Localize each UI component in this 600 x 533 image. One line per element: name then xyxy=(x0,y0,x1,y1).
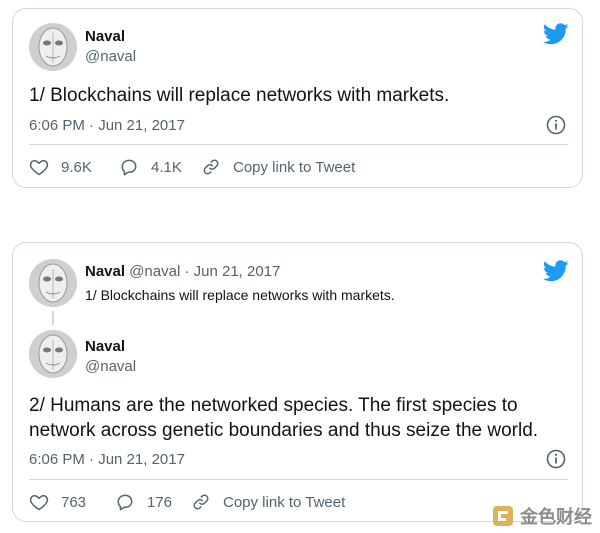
quoted-author-name[interactable]: Naval xyxy=(85,263,125,280)
reply-icon xyxy=(121,159,137,176)
copy-link-label: Copy link to Tweet xyxy=(233,158,356,176)
author-name[interactable]: Naval xyxy=(85,28,125,45)
author-name[interactable]: Naval xyxy=(85,338,125,355)
link-icon xyxy=(203,159,219,175)
avatar-image xyxy=(29,23,77,71)
like-action[interactable]: 9.6K xyxy=(29,157,92,177)
like-action[interactable]: 763 xyxy=(29,492,86,512)
copy-link-action[interactable]: Copy link to Tweet xyxy=(191,492,345,512)
twitter-bird-icon[interactable] xyxy=(543,23,569,45)
link-icon xyxy=(193,494,209,510)
tweet-card-1[interactable]: Naval @naval 1/ Blockchains will replace… xyxy=(12,8,583,188)
avatar[interactable] xyxy=(29,330,77,378)
tweet-timestamp[interactable]: 6:06 PM · Jun 21, 2017 xyxy=(29,451,185,468)
reply-icon xyxy=(117,494,133,511)
divider xyxy=(29,479,568,480)
quoted-tweet-text: 1/ Blockchains will replace networks wit… xyxy=(85,287,395,303)
info-icon[interactable] xyxy=(546,115,566,135)
reply-action[interactable]: 176 xyxy=(115,492,172,512)
author-handle[interactable]: @naval xyxy=(85,48,136,65)
watermark-logo-icon xyxy=(493,506,513,526)
like-count: 9.6K xyxy=(61,158,92,176)
twitter-bird-icon[interactable] xyxy=(543,260,569,282)
author-handle[interactable]: @naval xyxy=(85,358,136,375)
avatar[interactable] xyxy=(29,23,77,71)
quoted-author-handle[interactable]: @naval xyxy=(129,263,180,280)
heart-icon xyxy=(29,160,49,176)
quoted-author-line[interactable]: Naval @naval · Jun 21, 2017 xyxy=(85,263,280,280)
tweet-card-2[interactable]: Naval @naval · Jun 21, 2017 1/ Blockchai… xyxy=(12,242,583,522)
tweet-text-line-1: 2/ Humans are the networked species. The… xyxy=(29,395,518,416)
quoted-avatar[interactable] xyxy=(29,259,77,307)
tweet-timestamp[interactable]: 6:06 PM · Jun 21, 2017 xyxy=(29,117,185,134)
tweet-text-line-2: network across genetic boundaries and th… xyxy=(29,420,539,441)
heart-icon xyxy=(29,495,49,511)
thread-line xyxy=(52,311,54,325)
copy-link-action[interactable]: Copy link to Tweet xyxy=(201,157,355,177)
info-icon[interactable] xyxy=(546,449,566,469)
avatar-image xyxy=(29,330,77,378)
divider xyxy=(29,144,568,145)
reply-count: 4.1K xyxy=(151,158,182,176)
watermark: 金色财经 xyxy=(492,503,592,529)
tweet-text: 1/ Blockchains will replace networks wit… xyxy=(29,85,450,106)
avatar-image xyxy=(29,259,77,307)
copy-link-label: Copy link to Tweet xyxy=(223,493,346,511)
reply-count: 176 xyxy=(147,493,173,511)
like-count: 763 xyxy=(61,493,87,511)
quoted-date[interactable]: · Jun 21, 2017 xyxy=(184,263,280,280)
watermark-text: 金色财经 xyxy=(520,507,592,527)
reply-action[interactable]: 4.1K xyxy=(119,157,182,177)
